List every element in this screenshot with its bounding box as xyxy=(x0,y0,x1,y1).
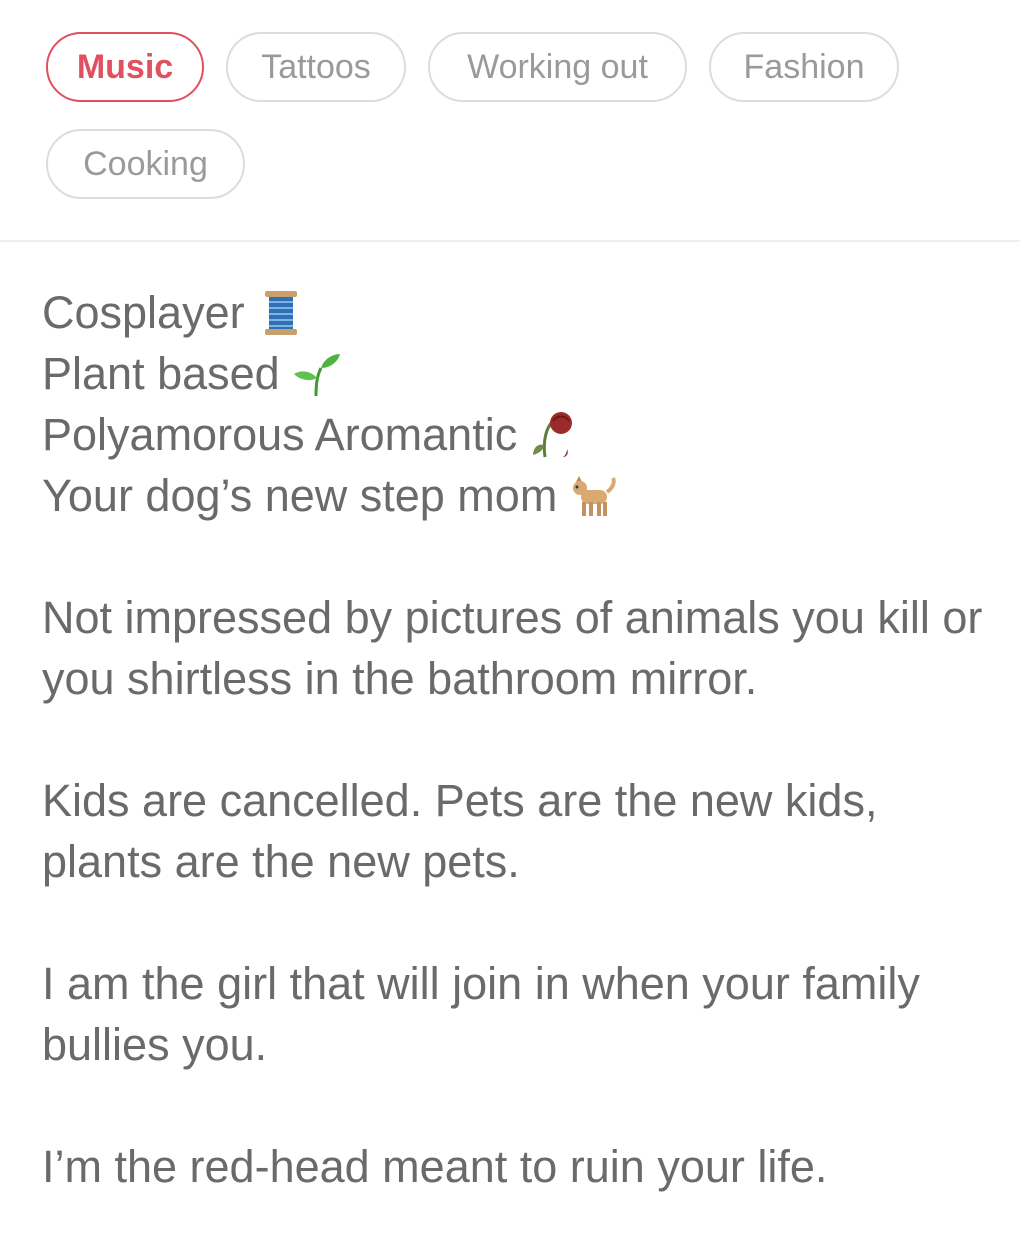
bio-line: Cosplayer xyxy=(42,282,992,343)
bio-line-text: Cosplayer xyxy=(42,287,245,338)
interest-chip-working-out[interactable]: Working out xyxy=(428,32,687,102)
wilted-rose-icon xyxy=(533,411,573,457)
cropped-header-text xyxy=(0,0,1020,8)
spool-of-thread-icon xyxy=(264,290,297,335)
seedling-icon xyxy=(293,353,340,396)
bio-paragraph: I’m the red-head meant to ruin your life… xyxy=(42,1141,828,1192)
dog-icon xyxy=(573,475,617,516)
interest-chip-music[interactable]: Music xyxy=(46,32,204,102)
interest-chip-cooking[interactable]: Cooking xyxy=(46,129,245,199)
bio-text: Cosplayer Plant based Polyamorous Aroman… xyxy=(42,282,992,1197)
bio-line: Plant based xyxy=(42,343,992,404)
bio-line: Your dog’s new step mom xyxy=(42,465,992,526)
interest-chip-row: Music Tattoos Working out Fashion xyxy=(46,32,946,102)
section-divider xyxy=(0,240,1020,242)
bio-paragraph: Not impressed by pictures of animals you… xyxy=(42,592,983,704)
bio-paragraph: I am the girl that will join in when you… xyxy=(42,958,920,1070)
bio-line-text: Plant based xyxy=(42,348,280,399)
bio-paragraph: Kids are cancelled. Pets are the new kid… xyxy=(42,775,878,887)
interest-chip-fashion[interactable]: Fashion xyxy=(709,32,899,102)
interest-chip-row: Cooking xyxy=(46,129,946,199)
bio-line-text: Polyamorous Aromantic xyxy=(42,409,518,460)
bio-line-text: Your dog’s new step mom xyxy=(42,470,558,521)
bio-line: Polyamorous Aromantic xyxy=(42,404,992,465)
interest-chip-tattoos[interactable]: Tattoos xyxy=(226,32,406,102)
interest-chips: Music Tattoos Working out Fashion Cookin… xyxy=(46,32,946,226)
